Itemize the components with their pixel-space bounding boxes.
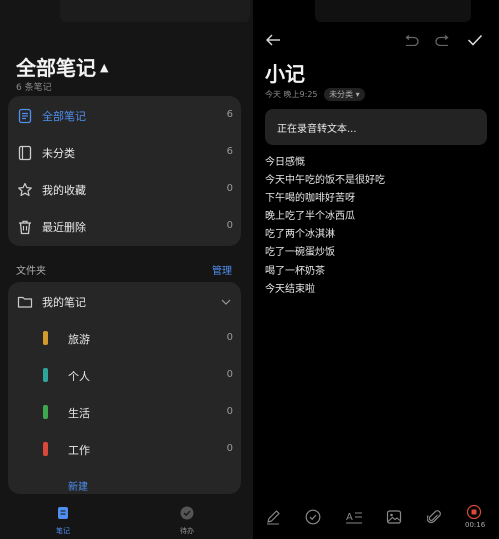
folder-color-tag: [43, 331, 48, 345]
note-timestamp: 今天 晚上9:25: [265, 90, 318, 99]
trash-icon: [19, 220, 31, 235]
page-title-dropdown[interactable]: 全部笔记 ▲: [16, 52, 108, 81]
category-card: 全部笔记 6 未分类 6 我的收藏 0 最近删除 0: [8, 96, 241, 246]
star-icon: [18, 182, 32, 197]
checkmark-circle-icon: [180, 506, 194, 520]
manage-folders-link[interactable]: 管理: [212, 262, 232, 277]
category-favorites[interactable]: 我的收藏 0: [8, 172, 241, 208]
folder-card: 我的笔记 旅游 0 个人 0 生活 0 工作 0: [8, 282, 241, 494]
back-arrow-icon[interactable]: [265, 33, 281, 47]
confirm-check-icon[interactable]: [467, 34, 483, 46]
folder-item[interactable]: 生活 0: [8, 395, 241, 431]
document-icon: [18, 108, 32, 124]
caret-up-icon: ▲: [100, 61, 109, 74]
category-recently-deleted[interactable]: 最近删除 0: [8, 209, 241, 245]
text-format-icon[interactable]: A: [345, 509, 363, 525]
folder-my-notes[interactable]: 我的笔记: [8, 284, 241, 320]
note-line: 今天结束啦: [265, 283, 315, 295]
folder-label: 我的笔记: [42, 296, 86, 309]
note-meta: 今天 晚上9:25 未分类 ▾: [265, 88, 365, 101]
folder-count: 0: [226, 369, 233, 380]
folder-count: 0: [226, 406, 233, 417]
caret-down-icon: ▾: [355, 90, 360, 99]
checklist-icon[interactable]: [305, 509, 321, 525]
note-editor-pane: 小记 今天 晚上9:25 未分类 ▾ 正在录音转文本... 今日感慨 今天中午吃…: [253, 0, 499, 539]
category-count: 6: [226, 109, 233, 120]
note-line: 晚上吃了半个冰西瓜: [265, 211, 355, 223]
tab-label: 待办: [180, 527, 194, 535]
attachment-clip-icon[interactable]: [427, 509, 441, 525]
folder-section-label: 文件夹: [16, 266, 46, 277]
note-title[interactable]: 小记: [265, 58, 305, 87]
image-icon[interactable]: [386, 509, 402, 525]
folder-icon: [17, 296, 33, 308]
category-label: 最近删除: [42, 221, 86, 234]
note-line: 吃了两个冰淇淋: [265, 229, 335, 241]
note-line: 吃了一碗蛋炒饭: [265, 247, 335, 259]
folder-count: 0: [226, 443, 233, 454]
category-selector-label: 未分类: [329, 90, 354, 99]
category-label: 全部笔记: [42, 110, 86, 123]
category-uncategorized[interactable]: 未分类 6: [8, 135, 241, 171]
tab-label: 笔记: [56, 527, 70, 535]
folder-label: 生活: [68, 407, 90, 420]
note-count: 6 条笔记: [16, 83, 52, 93]
note-body[interactable]: 今日感慨 今天中午吃的饭不是很好吃 下午喝的咖啡好苦呀 晚上吃了半个冰西瓜 吃了…: [265, 154, 385, 299]
category-selector[interactable]: 未分类 ▾: [324, 88, 365, 101]
folder-item[interactable]: 旅游 0: [8, 321, 241, 357]
stop-recording-icon[interactable]: [467, 505, 481, 519]
folder-item[interactable]: 个人 0: [8, 358, 241, 394]
folder-item[interactable]: 工作 0: [8, 432, 241, 468]
page-title: 全部笔记: [16, 56, 96, 80]
status-bar: [60, 0, 250, 22]
chevron-down-icon[interactable]: [221, 298, 231, 306]
folder-label: 旅游: [68, 333, 90, 346]
redo-icon[interactable]: [435, 35, 451, 46]
notes-list-pane: 全部笔记 ▲ 6 条笔记 全部笔记 6 未分类 6 我的收藏 0 最近删除 0 …: [0, 0, 253, 539]
status-bar: [315, 0, 471, 22]
note-line: 今日感慨: [265, 157, 305, 168]
category-count: 0: [226, 220, 233, 231]
svg-text:A: A: [346, 512, 353, 523]
notes-tab-icon: [58, 507, 68, 519]
category-label: 未分类: [42, 147, 75, 160]
new-folder-button[interactable]: 新建: [68, 478, 88, 493]
folder-label: 个人: [68, 370, 90, 383]
category-all-notes[interactable]: 全部笔记 6: [8, 98, 241, 134]
transcription-status-text: 正在录音转文本...: [277, 124, 357, 135]
folder-color-tag: [43, 368, 48, 382]
category-count: 6: [226, 146, 233, 157]
folder-label: 工作: [68, 444, 90, 457]
category-count: 0: [226, 183, 233, 194]
transcription-status-card: 正在录音转文本...: [265, 109, 487, 145]
folder-color-tag: [43, 442, 48, 456]
note-line: 喝了一杯奶茶: [265, 265, 325, 277]
notebook-icon: [18, 145, 32, 161]
note-line: 今天中午吃的饭不是很好吃: [265, 175, 385, 187]
folder-color-tag: [43, 405, 48, 419]
handwriting-pen-icon[interactable]: [265, 509, 281, 525]
category-label: 我的收藏: [42, 184, 86, 197]
folder-count: 0: [226, 332, 233, 343]
recording-timer: 00:16: [465, 521, 486, 529]
note-line: 下午喝的咖啡好苦呀: [265, 193, 355, 205]
undo-icon[interactable]: [403, 35, 419, 46]
tab-notes[interactable]: 笔记: [52, 505, 74, 536]
tab-todo[interactable]: 待办: [175, 505, 199, 536]
